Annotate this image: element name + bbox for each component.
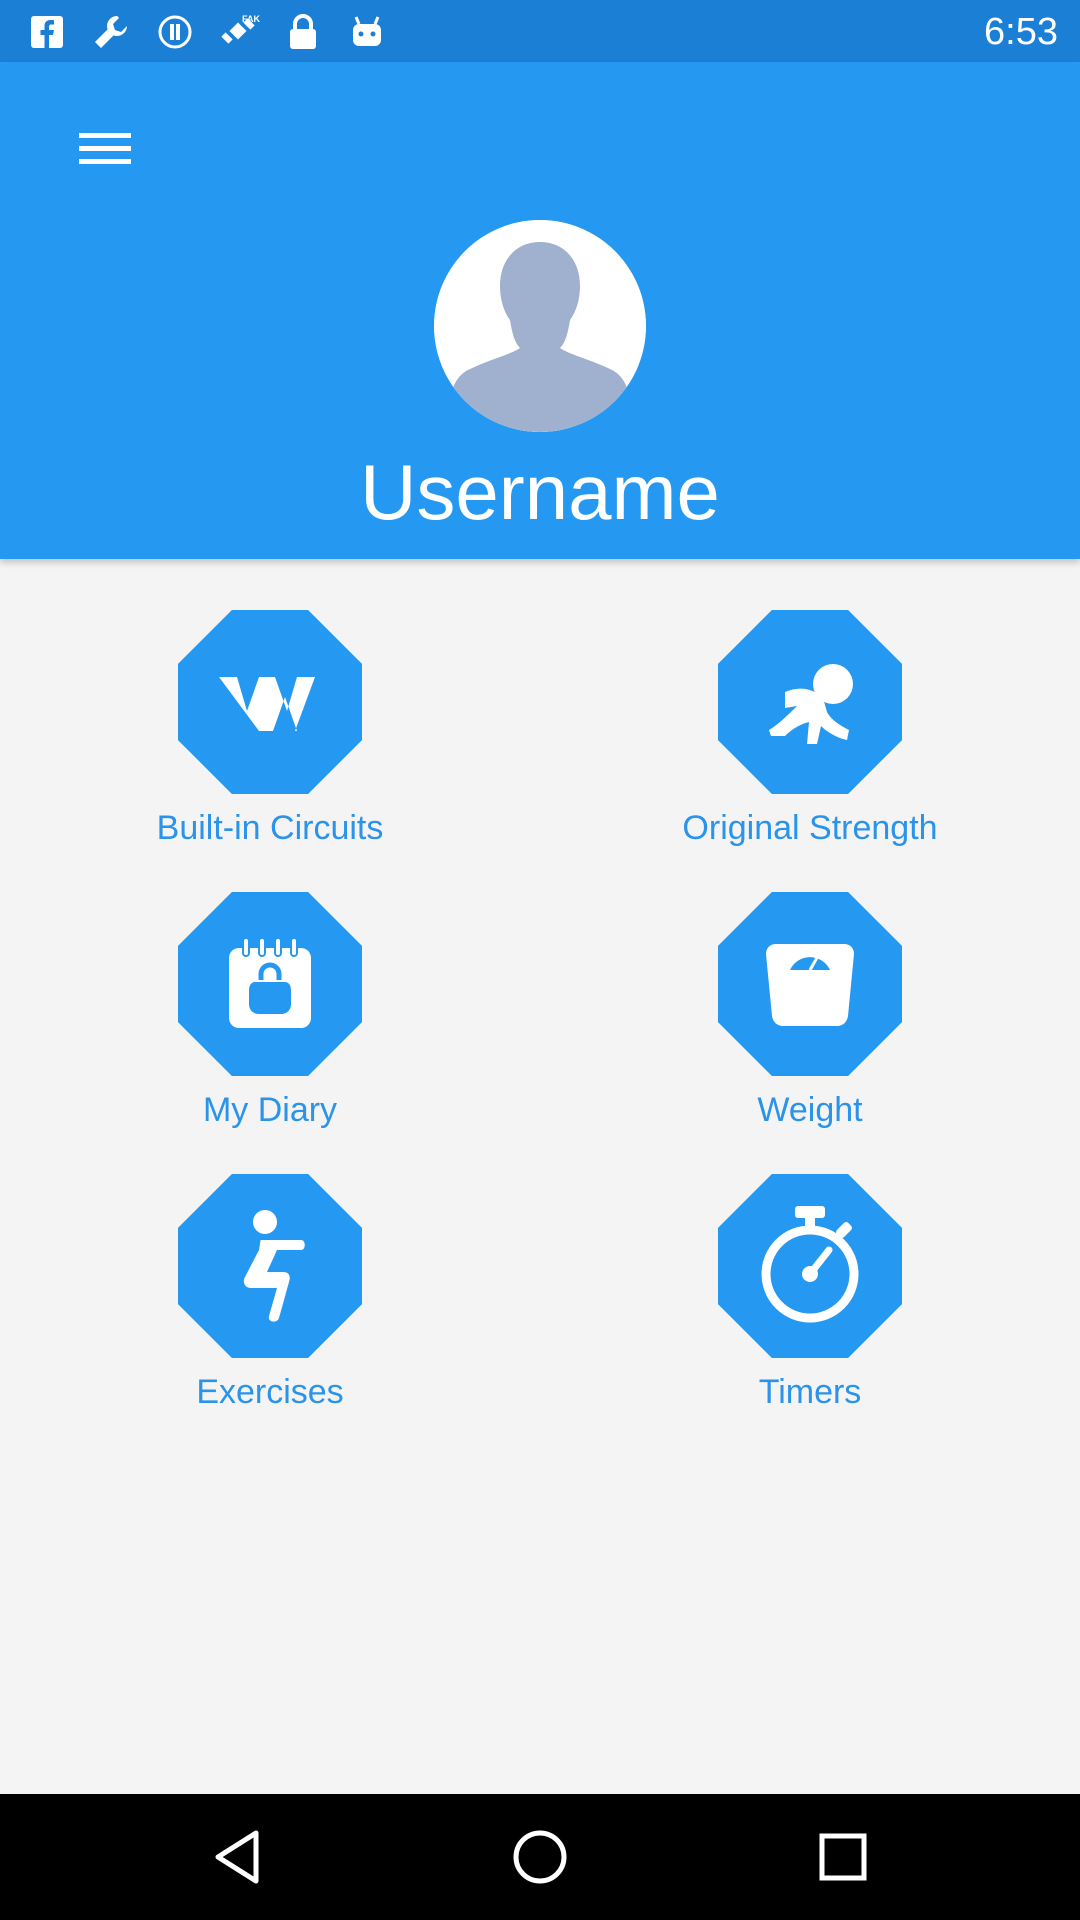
- tile-exercises[interactable]: Exercises: [110, 1172, 430, 1422]
- scale-icon: [718, 892, 902, 1076]
- recents-icon[interactable]: [806, 1820, 880, 1894]
- satellite-fake-gps-icon: FAKE: [218, 11, 260, 53]
- status-icons: FAKE: [26, 10, 388, 54]
- avatar[interactable]: [434, 220, 646, 432]
- lock-icon: [282, 11, 324, 53]
- tile-label: Built-in Circuits: [156, 809, 384, 847]
- profile-header: Username: [0, 62, 1080, 559]
- hamburger-menu-icon[interactable]: [70, 114, 140, 184]
- info-icon: [154, 11, 196, 53]
- crawling-baby-icon: [718, 610, 902, 794]
- tile-label: Timers: [758, 1373, 862, 1411]
- default-avatar-icon: [434, 220, 646, 432]
- tile-label: My Diary: [202, 1091, 338, 1129]
- username: Username: [360, 448, 720, 536]
- tile-label: Exercises: [196, 1373, 344, 1411]
- tile-weight[interactable]: Weight: [650, 890, 970, 1140]
- stopwatch-icon: [718, 1174, 902, 1358]
- svg-text:FAKE: FAKE: [242, 14, 260, 24]
- tile-original-strength[interactable]: Original Strength: [650, 608, 970, 858]
- navigation-bar: [0, 1794, 1080, 1920]
- facebook-icon: [26, 11, 68, 53]
- tile-my-diary[interactable]: My Diary: [110, 890, 430, 1140]
- tile-label: Original Strength: [682, 809, 938, 847]
- home-icon[interactable]: [503, 1820, 577, 1894]
- android-icon: [346, 11, 388, 53]
- tile-label: Weight: [757, 1091, 863, 1129]
- tile-built-in-circuits[interactable]: Built-in Circuits: [110, 608, 430, 858]
- wrench-icon: [90, 11, 132, 53]
- w-circuit-icon: [178, 610, 362, 794]
- tile-timers[interactable]: Timers: [650, 1172, 970, 1422]
- status-time: 6:53: [984, 11, 1058, 53]
- exercise-person-icon: [178, 1174, 362, 1358]
- back-icon[interactable]: [200, 1820, 274, 1894]
- calendar-kettlebell-icon: [178, 892, 362, 1076]
- status-bar: FAKE 6:53: [0, 0, 1080, 62]
